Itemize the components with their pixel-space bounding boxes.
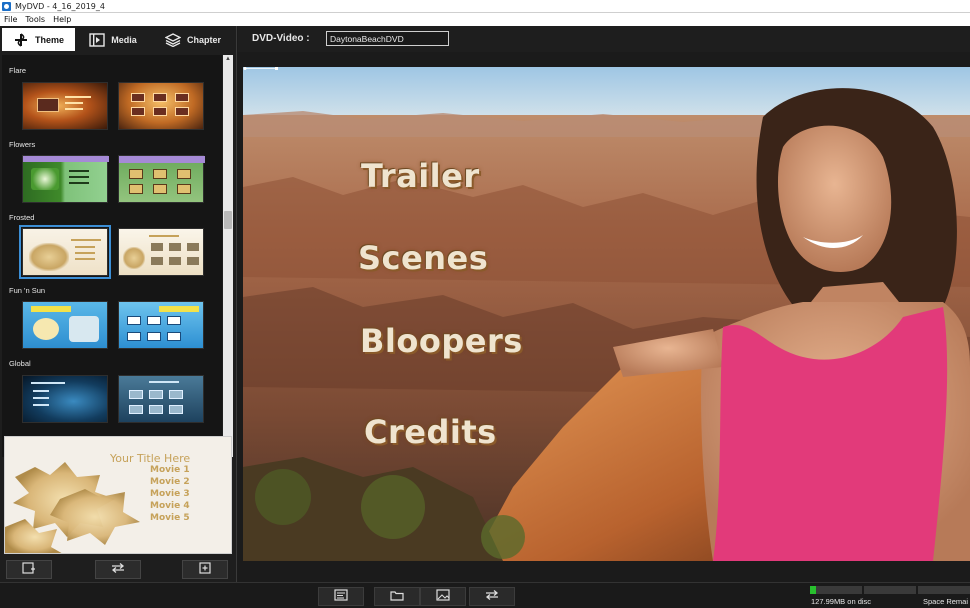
- new-menu-button[interactable]: [6, 560, 52, 579]
- theme-thumbnail-global-chapter[interactable]: [118, 375, 204, 423]
- left-toolbar: [0, 558, 237, 580]
- dvd-menu-item[interactable]: Credits: [364, 413, 497, 451]
- theme-group-label: Flowers: [9, 140, 36, 149]
- meter-fill: [810, 586, 816, 594]
- theme-list: Flare Flowers Frosted Fun 'n Sun Global: [2, 55, 222, 457]
- tab-chapter-label: Chapter: [186, 34, 221, 45]
- text-edit-icon: [334, 588, 348, 606]
- tab-media-label: Media: [111, 34, 137, 45]
- app-icon: [2, 1, 11, 11]
- project-bar: DVD-Video :: [238, 26, 970, 52]
- theme-thumbnail-funnsun-main[interactable]: [22, 301, 108, 349]
- preview-menu-item: Movie 1: [150, 465, 190, 475]
- add-button[interactable]: [182, 560, 228, 579]
- preview-title: Your Title Here: [110, 452, 191, 465]
- film-icon: [89, 32, 105, 47]
- theme-group-label: Fun 'n Sun: [9, 286, 46, 295]
- disc-space-meter: [810, 586, 970, 594]
- theme-icon: [13, 32, 29, 47]
- bottom-toolbar: 127.99MB on disc Space Remai: [0, 582, 970, 608]
- selection-handle[interactable]: [243, 67, 279, 70]
- scroll-thumb[interactable]: [224, 211, 232, 229]
- theme-list-scrollbar[interactable]: ▲ ▼: [223, 55, 233, 457]
- menu-canvas[interactable]: Trailer Scenes Bloopers Credits: [243, 67, 970, 561]
- layers-icon: [164, 32, 181, 47]
- meter-segment: [918, 586, 970, 594]
- theme-thumbnail-frosted-chapter[interactable]: [118, 228, 204, 276]
- menu-tools[interactable]: Tools: [21, 15, 49, 24]
- disc-used-text: 127.99MB on disc: [811, 597, 872, 606]
- project-label: DVD-Video :: [252, 33, 310, 44]
- tab-media[interactable]: Media: [75, 28, 151, 51]
- swap-icon: [484, 588, 500, 606]
- dvd-menu-item[interactable]: Scenes: [358, 239, 488, 277]
- left-panel: Theme Media Chapter Flare Flowers Froste…: [0, 26, 237, 582]
- tab-chapter[interactable]: Chapter: [151, 28, 235, 51]
- image-icon: [436, 588, 450, 606]
- new-page-icon: [22, 561, 36, 579]
- theme-thumbnail-frosted-main[interactable]: [19, 225, 111, 279]
- project-name-input[interactable]: [326, 31, 449, 46]
- tab-theme[interactable]: Theme: [2, 28, 75, 51]
- add-page-icon: [198, 561, 212, 579]
- tab-bar: Theme Media Chapter: [2, 28, 235, 51]
- preview-menu-item: Movie 2: [150, 477, 190, 487]
- menu-file[interactable]: File: [0, 15, 21, 24]
- swap-icon: [110, 561, 126, 579]
- theme-group-label: Global: [9, 359, 31, 368]
- space-remaining-text: Space Remai: [923, 597, 969, 606]
- meter-segment: [864, 586, 916, 594]
- mydvd-window: MyDVD - 4_16_2019_4 File Tools Help Them…: [0, 0, 970, 608]
- theme-group-label: Frosted: [9, 213, 35, 222]
- swap-layout-button[interactable]: [469, 587, 515, 606]
- menu-help[interactable]: Help: [49, 15, 75, 24]
- dvd-menu-item[interactable]: Trailer: [361, 157, 480, 195]
- folder-icon: [390, 588, 404, 606]
- open-folder-button[interactable]: [374, 587, 420, 606]
- dvd-menu-item[interactable]: Bloopers: [360, 322, 523, 360]
- swap-button[interactable]: [95, 560, 141, 579]
- theme-thumbnail-flare-chapter[interactable]: [118, 82, 204, 130]
- theme-thumbnail-global-main[interactable]: [22, 375, 108, 423]
- preview-menu-item: Movie 4: [150, 501, 190, 511]
- title-bar: MyDVD - 4_16_2019_4: [0, 0, 970, 13]
- preview-menu-item: Movie 5: [150, 513, 190, 523]
- theme-group-label: Flare: [9, 66, 27, 75]
- theme-thumbnail-flowers-chapter[interactable]: [118, 155, 205, 203]
- tab-theme-label: Theme: [34, 34, 64, 45]
- theme-thumbnail-flare-main[interactable]: [22, 82, 108, 130]
- background-image-button[interactable]: [420, 587, 466, 606]
- theme-thumbnail-funnsun-chapter[interactable]: [118, 301, 204, 349]
- preview-menu-item: Movie 3: [150, 489, 190, 499]
- theme-preview: Your Title Here Movie 1 Movie 2 Movie 3 …: [4, 436, 232, 554]
- menu-bar: File Tools Help: [0, 13, 970, 26]
- scroll-up-icon[interactable]: ▲: [223, 55, 233, 64]
- window-title: MyDVD - 4_16_2019_4: [15, 1, 105, 11]
- theme-thumbnail-flowers-main[interactable]: [22, 155, 109, 203]
- meter-segment: [810, 586, 862, 594]
- edit-text-button[interactable]: [318, 587, 364, 606]
- canyon-background: [243, 67, 970, 561]
